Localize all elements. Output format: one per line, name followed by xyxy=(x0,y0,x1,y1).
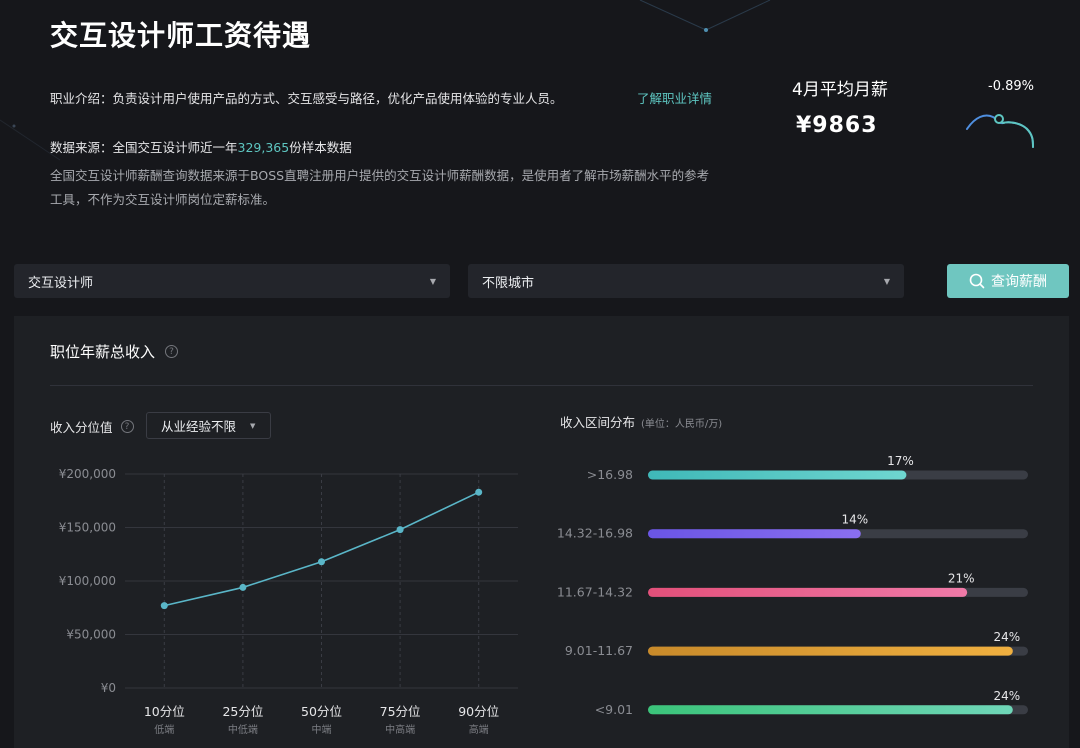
x-sub-label: 中高端 xyxy=(385,723,415,736)
category-label: <9.01 xyxy=(595,702,633,717)
experience-select-value: 从业经验不限 xyxy=(161,419,237,434)
x-tick-label: 25分位 xyxy=(222,704,263,719)
question-circle-icon[interactable]: ? xyxy=(120,420,134,433)
data-source-prefix: 数据来源：全国交互设计师近一年 xyxy=(50,140,238,155)
question-circle-icon[interactable]: ? xyxy=(165,345,179,358)
bar-value-label: 24% xyxy=(993,630,1020,644)
city-select[interactable]: 不限城市 ▼ xyxy=(468,264,904,298)
distribution-label-text: 收入区间分布 xyxy=(560,415,636,430)
search-icon xyxy=(969,273,985,289)
category-label: 14.32-16.98 xyxy=(557,526,633,541)
data-point xyxy=(396,526,404,534)
percentile-label: 收入分位值 ? xyxy=(50,417,134,436)
x-sub-label: 中低端 xyxy=(228,723,258,736)
distribution-label: 收入区间分布 (单位：人民币/万) xyxy=(560,412,722,431)
data-point xyxy=(475,488,483,496)
y-tick-label: ¥200,000 xyxy=(59,467,116,481)
bar-value-label: 24% xyxy=(993,689,1020,703)
job-select[interactable]: 交互设计师 ▼ xyxy=(14,264,450,298)
query-salary-label: 查询薪酬 xyxy=(991,274,1047,290)
data-point xyxy=(160,602,168,610)
query-salary-button[interactable]: 查询薪酬 xyxy=(947,264,1069,298)
panel-divider xyxy=(50,385,1033,386)
bar-fill xyxy=(648,470,907,480)
x-tick-label: 50分位 xyxy=(301,704,342,719)
data-description: 全国交互设计师薪酬查询数据来源于BOSS直聘注册用户提供的交互设计师薪酬数据，是… xyxy=(50,168,710,207)
bar-value-label: 14% xyxy=(841,513,868,527)
data-point xyxy=(318,558,325,566)
experience-select[interactable]: 从业经验不限 ▼ xyxy=(146,412,271,439)
chevron-down-icon: ▼ xyxy=(250,421,256,430)
distribution-bar-chart: >16.98 17% 14.32-16.98 14% 11.67-14.32 21% 9.0… xyxy=(557,454,1028,717)
avg-salary-value: ¥9863 xyxy=(796,113,878,138)
bar-fill xyxy=(648,705,1013,715)
panel-title-text: 职位年薪总收入 xyxy=(50,343,156,361)
sample-count: 329,365 xyxy=(237,140,290,155)
percentile-label-text: 收入分位值 xyxy=(50,420,113,435)
x-tick-label: 75分位 xyxy=(380,704,421,719)
chevron-down-icon: ▼ xyxy=(429,276,436,286)
bar-fill xyxy=(648,587,968,597)
x-tick-label: 10分位 xyxy=(144,704,185,719)
city-select-value: 不限城市 xyxy=(482,275,535,291)
chevron-down-icon: ▼ xyxy=(883,276,890,286)
y-tick-label: ¥150,000 xyxy=(59,521,116,535)
y-tick-label: ¥50,000 xyxy=(66,628,116,642)
page-title: 交互设计师工资待遇 xyxy=(50,19,312,52)
y-tick-label: ¥100,000 xyxy=(59,574,116,588)
y-tick-label: ¥0 xyxy=(101,681,116,695)
job-select-value: 交互设计师 xyxy=(28,275,94,291)
x-sub-label: 高端 xyxy=(469,723,489,736)
bar-value-label: 21% xyxy=(948,571,975,585)
bar-fill xyxy=(648,529,861,539)
x-tick-label: 90分位 xyxy=(458,704,499,719)
data-source: 数据来源：全国交互设计师近一年329,365份样本数据 xyxy=(50,137,352,156)
distribution-unit: (单位：人民币/万) xyxy=(641,419,723,430)
percentile-line-chart: ¥200,000 ¥150,000 ¥100,000 ¥50,000 ¥0 10分位低端 2… xyxy=(59,467,518,736)
panel-title: 职位年薪总收入 ? xyxy=(50,341,179,362)
trend-line-icon xyxy=(966,114,1034,148)
x-sub-label: 低端 xyxy=(154,723,174,736)
category-label: 11.67-14.32 xyxy=(557,584,633,599)
category-label: >16.98 xyxy=(587,467,633,482)
job-detail-link[interactable]: 了解职业详情 xyxy=(637,88,712,107)
x-sub-label: 中端 xyxy=(312,723,332,736)
avg-salary-label: 4月平均月薪 xyxy=(792,80,888,100)
data-point xyxy=(239,583,247,591)
data-source-suffix: 份样本数据 xyxy=(289,140,352,155)
job-intro: 职业介绍：负责设计用户使用产品的方式、交互感受与路径，优化产品使用体验的专业人员… xyxy=(50,91,563,106)
bar-fill xyxy=(648,646,1013,656)
bar-value-label: 17% xyxy=(887,454,914,468)
category-label: 9.01-11.67 xyxy=(565,643,633,658)
salary-change: -0.89% xyxy=(988,79,1034,94)
